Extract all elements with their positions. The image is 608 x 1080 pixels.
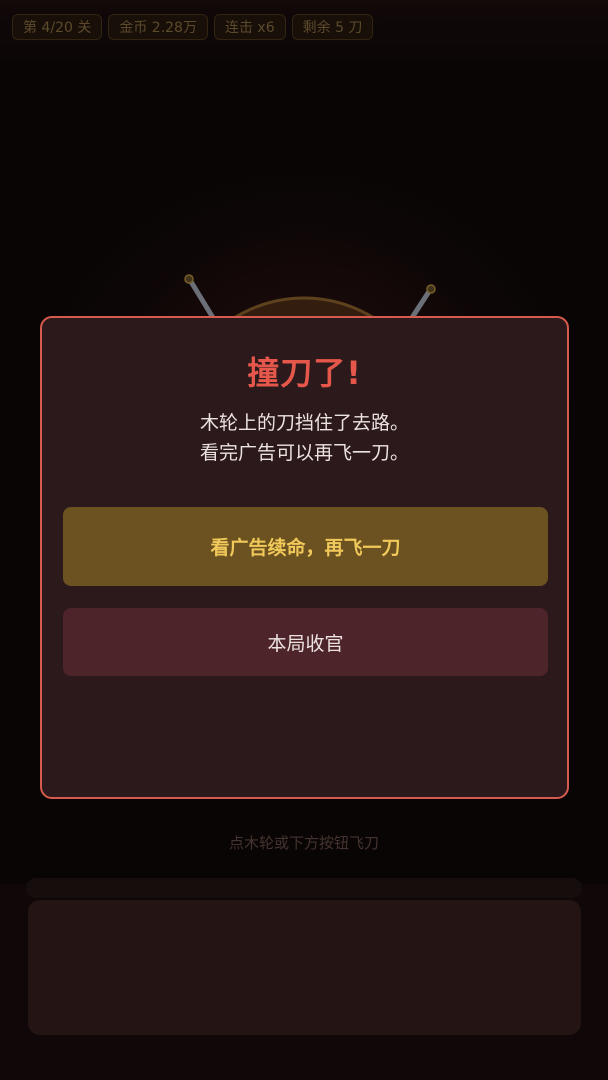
end-round-button[interactable]: 本局收官 [63,608,548,676]
dialog-message-line2: 看完广告可以再飞一刀。 [199,442,409,464]
dialog-message-line1: 木轮上的刀挡住了去路。 [199,412,409,434]
game-screen: 第 4/20 关 金币 2.28万 连击 x6 剩余 5 刀 点木轮或下方按钮飞… [0,0,608,1080]
watch-ad-continue-button[interactable]: 看广告续命，再飞一刀 [63,507,548,586]
dialog-title: 撞刀了! [247,354,362,392]
knife-collision-dialog: 撞刀了! 木轮上的刀挡住了去路。 看完广告可以再飞一刀。 看广告续命，再飞一刀 … [40,316,569,799]
